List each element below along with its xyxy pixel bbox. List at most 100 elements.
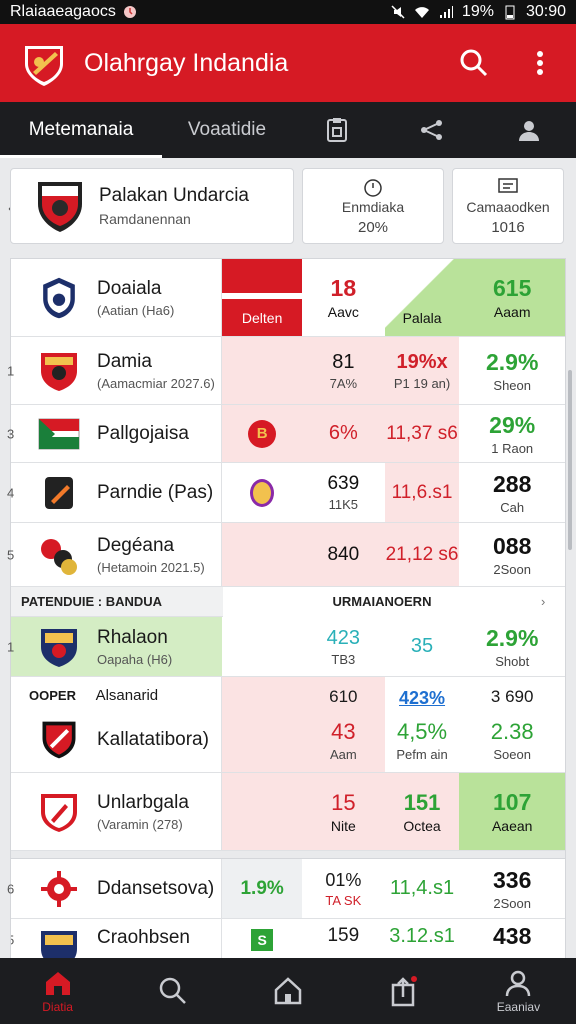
overflow-menu-button[interactable]	[522, 45, 558, 81]
table-row-highlighted[interactable]: 1 Rhalaon Oapaha (H6) 423 TB3 35 2.9% Shob…	[7, 617, 565, 677]
mute-icon	[390, 4, 406, 20]
nav-search[interactable]	[115, 958, 230, 1024]
share-icon	[421, 120, 442, 140]
app-bar: Olahrgay Indandia	[0, 24, 576, 102]
col-d-top2: 2.38	[490, 719, 534, 744]
row-rank: 5	[7, 547, 15, 562]
wifi-icon	[414, 4, 430, 20]
col-b-top: 840	[327, 543, 360, 565]
team-sub: (Aamacmiar 2027.6)	[97, 375, 215, 391]
table-row[interactable]: 5 Degéana (Hetamoin 2021.5) 840 21,12 s6…	[7, 523, 565, 587]
col-b-bottom: 11K5	[328, 497, 359, 512]
team-crest-icon	[38, 182, 82, 232]
team-name: Pallgojaisa	[97, 422, 189, 444]
tab-user[interactable]	[482, 102, 576, 158]
col-d-top: 288	[493, 470, 532, 497]
col-c-top: 3.12.s1	[389, 925, 455, 947]
nav-home[interactable]: Diatia	[0, 958, 115, 1024]
table-row[interactable]: 6 Ddansetsova) 1.9% 01% TA SK 11,4.s1 336…	[7, 859, 565, 919]
standings-table: Doaiala (Aatian (Ha6) Delten 18 Aavc Pal…	[7, 258, 566, 962]
tab-label: Metemanaia	[28, 119, 134, 140]
col-c-top[interactable]: 423%	[399, 688, 445, 709]
col-d-top: 29%	[489, 411, 536, 438]
team-name: Doaiala	[97, 277, 162, 299]
col-d-top: 438	[493, 923, 532, 949]
table-row[interactable]: 4 Parndie (Pas) 639 11K5 11,6.s1 288 Cah	[7, 463, 565, 523]
team-crest-icon	[43, 277, 75, 318]
summary-team-name: Palakan Undarcia	[99, 185, 249, 206]
team-crest-icon	[41, 793, 77, 832]
team-name: Parndie (Pas)	[97, 481, 214, 503]
team-sub: Oapaha (H6)	[97, 651, 173, 667]
section-divider[interactable]: PATENDUIE : BANDUA URMAIANOERN ›	[11, 586, 565, 617]
search-button[interactable]	[456, 45, 492, 81]
profile-icon	[506, 970, 531, 996]
col-d-top: 2.9%	[485, 624, 539, 651]
badge-stripe	[222, 293, 303, 299]
scrollbar[interactable]	[568, 370, 572, 550]
col-a-badge: S	[251, 929, 274, 951]
table-row[interactable]: Unlarbgala (Varamin (278) 15 Nite 151 Octe…	[11, 773, 565, 851]
ball-icon	[45, 476, 73, 509]
tab-share[interactable]	[382, 102, 482, 158]
table-row[interactable]: 1 Damia (Aamacmiar 2027.6) 81 7A% 19%x P1 …	[7, 337, 565, 405]
summary-team-card[interactable]: Palakan Undarcia Ramdanennan	[10, 168, 294, 244]
balls-icon	[41, 538, 77, 575]
nav-share[interactable]	[346, 958, 461, 1024]
summary-team-sub: Ramdanennan	[99, 211, 191, 227]
share-box-icon	[391, 976, 418, 1007]
col-b-top: 423	[326, 626, 361, 649]
col-d-top: 2.9%	[485, 348, 539, 375]
col-c-top: 19%x	[396, 350, 448, 373]
stat2-label: Camaaodken	[466, 199, 550, 215]
divider-left-label: PATENDUIE : BANDUA	[21, 594, 163, 609]
table-row[interactable]: 3 Pallgojaisa B 6% 11,37 s6 29% 1 Raon	[7, 405, 565, 463]
user-icon	[519, 121, 539, 141]
stat2-value: 1016	[491, 219, 525, 236]
col-d-bottom: Cah	[500, 499, 525, 515]
team-crest-icon	[41, 931, 77, 961]
col-c-top: 151	[403, 789, 441, 815]
nav-house[interactable]	[230, 958, 345, 1024]
table-row[interactable]: 5 Craohbsen S 159 3.12.s1 438	[11, 919, 565, 961]
battery-icon	[502, 4, 518, 20]
col-c-top: 21,12 s6	[385, 543, 459, 565]
summary-stat-card-2[interactable]: Camaaodken 1016	[452, 168, 564, 244]
alarm-icon	[122, 4, 138, 20]
tab-voaatidie[interactable]: Voaatidie	[162, 102, 292, 158]
app-logo-icon	[18, 37, 70, 89]
tab-clipboard[interactable]	[292, 102, 382, 158]
col-b-top: 159	[327, 925, 360, 946]
table-header-row[interactable]: Doaiala (Aatian (Ha6) Delten 18 Aavc Pal…	[11, 259, 565, 337]
team-crest-icon	[41, 628, 77, 667]
row-rank: 5	[11, 933, 14, 948]
tab-label: Voaatidie	[187, 119, 267, 140]
col-b-bottom: TA SK	[325, 892, 362, 908]
carrier-text: Rlaiaaeagaocs	[10, 3, 116, 20]
summary-stat-card-1[interactable]: Enmdiaka 20%	[302, 168, 444, 244]
row-rank: 1	[7, 363, 15, 378]
col-d-bottom: Sheon	[493, 377, 531, 393]
team-crest-icon	[41, 352, 77, 391]
battery-text: 19%	[461, 3, 494, 20]
col-d-bottom: Soeon	[493, 747, 531, 762]
table-row[interactable]: OOPER Alsanarid Kallatatibora) 610 43 Aam …	[11, 677, 565, 773]
col-b-bottom: 7A%	[329, 375, 358, 391]
col-c-top: 11,37 s6	[386, 422, 458, 444]
team-sub: (Varamin (278)	[97, 816, 183, 832]
col-d-bottom: Aaean	[491, 818, 533, 834]
nav-profile[interactable]: Eaaniav	[461, 958, 576, 1024]
col-b-top: 610	[329, 687, 358, 706]
col-d-top: 3 690	[490, 687, 534, 706]
flag-icon	[38, 418, 80, 449]
col-b-top2: 43	[331, 719, 356, 744]
col-c-top: 11,6.s1	[391, 481, 453, 503]
row-rank: 6	[7, 881, 15, 896]
header-col-c-bottom: Palala	[402, 310, 442, 326]
tab-metemanaia[interactable]: Metemanaia	[0, 102, 162, 158]
team-name: Ddansetsova)	[97, 877, 215, 899]
header-col-d-bottom: Aaam	[493, 304, 531, 320]
col-d-bottom: 2Soon	[493, 895, 531, 911]
row-rank: 4	[7, 485, 15, 500]
team-name: Craohbsen	[97, 927, 190, 948]
